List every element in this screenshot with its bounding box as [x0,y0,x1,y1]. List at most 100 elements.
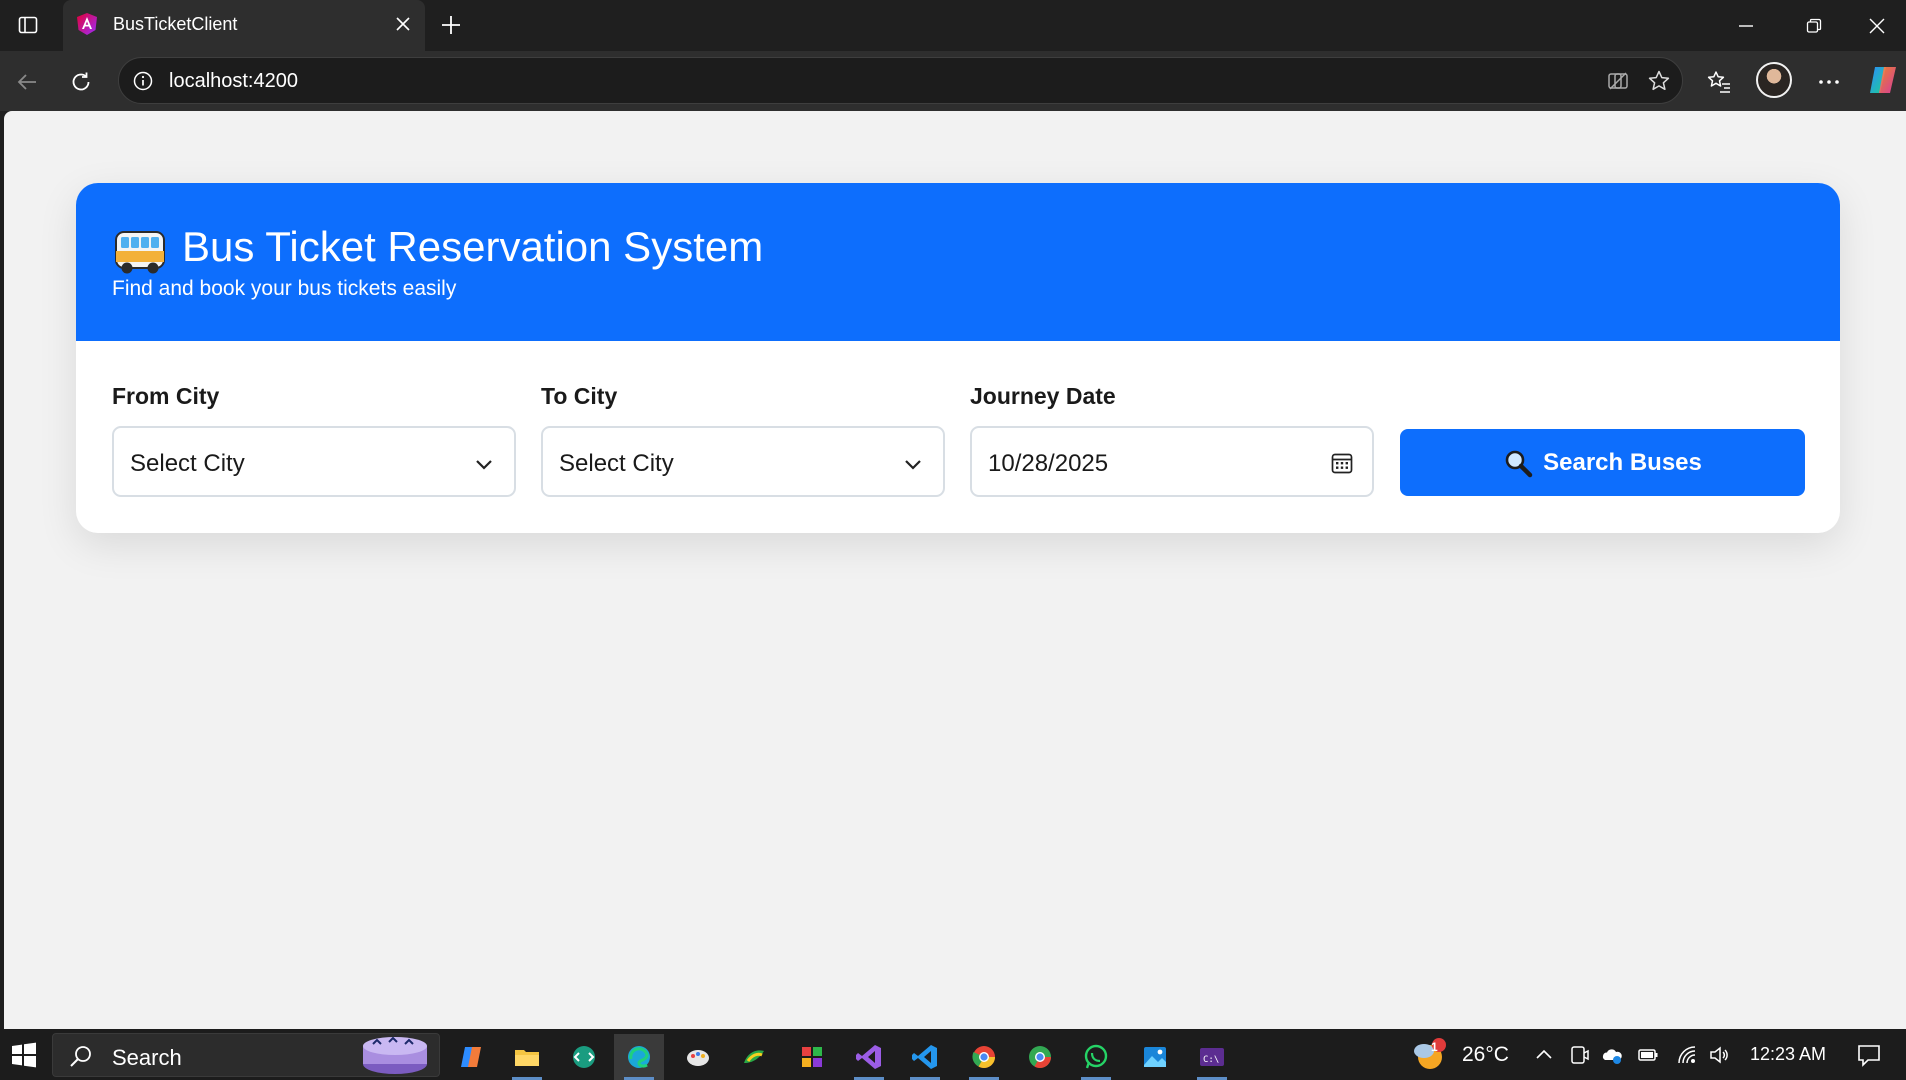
search-buses-button[interactable]: Search Buses [1400,429,1805,496]
taskbar-edge[interactable] [614,1034,664,1080]
tab-title: BusTicketClient [113,14,238,34]
tab-strip: BusTicketClient [0,0,1906,51]
bus-icon [115,231,165,274]
to-city-label: To City [541,383,618,409]
close-icon [1869,18,1885,33]
profile-avatar[interactable] [1756,62,1792,98]
plus-icon [442,16,460,34]
read-aloud-button[interactable] [1604,67,1632,95]
taskbar-photos[interactable] [1130,1034,1180,1080]
meet-now-icon[interactable] [1568,1044,1590,1066]
minimize-icon [1739,24,1753,27]
url-text: localhost:4200 [169,70,298,92]
close-icon [396,17,410,31]
vscode-icon [912,1045,937,1069]
taskbar-search-placeholder: Search [112,1045,182,1070]
taskbar-vscode[interactable] [900,1034,950,1080]
taskbar-chrome-profile[interactable] [1015,1034,1065,1080]
tab-actions-button[interactable] [12,10,44,40]
taskbar-search-box[interactable]: Search [52,1033,440,1077]
taskbar-app-colorful[interactable] [729,1034,779,1080]
wifi-icon[interactable] [1676,1044,1698,1066]
taskbar-whatsapp[interactable] [1071,1034,1121,1080]
chevron-down-icon [905,460,921,470]
windows-start-icon[interactable] [10,1041,38,1069]
search-buses-label: Search Buses [1543,448,1702,476]
magnifier-icon [1505,450,1533,477]
journey-date-label: Journey Date [970,383,1116,409]
close-tab-button[interactable] [391,12,415,36]
search-icon [70,1046,91,1067]
visual-studio-icon [856,1045,881,1069]
battery-icon[interactable] [1637,1044,1659,1066]
chevron-down-icon [476,460,492,470]
notification-icon[interactable] [1856,1042,1882,1068]
from-city-select[interactable]: Select City [112,426,516,497]
search-card: Bus Ticket Reservation System Find and b… [76,183,1840,533]
star-icon [1648,70,1670,91]
close-window-button[interactable] [1848,0,1906,51]
photos-icon [1144,1047,1166,1067]
taskbar-visual-studio[interactable] [844,1034,894,1080]
chevron-up-icon[interactable] [1533,1044,1555,1066]
onedrive-icon[interactable] [1601,1044,1623,1066]
refresh-button[interactable] [64,65,98,99]
taskbar-chrome[interactable] [959,1034,1009,1080]
taskbar-app-multicolor[interactable] [787,1034,837,1080]
weather-temperature: 26°C [1462,1043,1509,1066]
site-info-button[interactable] [131,69,155,93]
taskbar-copilot[interactable] [446,1034,496,1080]
angular-icon [77,13,97,35]
clock-time[interactable]: 12:23 AM [1750,1044,1826,1065]
to-city-select[interactable]: Select City [541,426,945,497]
terminal-icon: C:\ [1200,1048,1224,1066]
windows-taskbar: Search C:\ 1 26°C 12:23 AM [0,1029,1906,1080]
more-icon [1819,80,1839,84]
whatsapp-icon [1084,1044,1108,1069]
chrome-icon [1029,1046,1051,1068]
weather-icon[interactable] [1412,1037,1446,1071]
info-icon [133,71,153,91]
weather-badge: 1 [1431,1040,1438,1054]
journey-date-input[interactable]: 10/28/2025 [970,426,1374,497]
from-city-value: Select City [130,450,245,477]
volume-icon[interactable] [1708,1044,1730,1066]
favorite-button[interactable] [1645,67,1673,95]
card-header: Bus Ticket Reservation System Find and b… [76,183,1840,341]
page-subtitle: Find and book your bus tickets easily [112,277,457,300]
chrome-icon [972,1046,995,1068]
paint-icon [687,1050,709,1066]
edge-icon [628,1046,650,1068]
from-city-label: From City [112,383,220,409]
favorites-list-icon [1707,71,1730,93]
copilot-icon[interactable] [1866,63,1900,97]
copilot-icon [461,1047,481,1067]
active-tab[interactable]: BusTicketClient [63,0,425,51]
taskbar-paint[interactable] [673,1034,723,1080]
restore-button[interactable] [1780,0,1848,51]
calendar-icon[interactable] [1330,451,1354,475]
taskbar-terminal[interactable]: C:\ [1187,1034,1237,1080]
settings-menu-button[interactable] [1812,65,1846,99]
refresh-icon [72,72,90,91]
favorites-button[interactable] [1702,65,1736,99]
back-arrow-icon [17,74,36,90]
journey-date-value: 10/28/2025 [988,450,1109,477]
page-viewport: Bus Ticket Reservation System Find and b… [4,111,1906,1029]
taskbar-app-green[interactable] [559,1034,609,1080]
taskbar-file-explorer[interactable] [502,1034,552,1080]
browser-toolbar: localhost:4200 [0,51,1906,111]
office-icon [802,1047,822,1067]
restore-icon [1806,18,1822,33]
new-tab-button[interactable] [436,10,466,40]
tab-actions-icon [18,16,38,34]
immersive-reader-icon [1608,72,1628,90]
back-button[interactable] [10,65,44,99]
browser-window: BusTicketClient localhost:4200 Bus Ticke… [0,0,1906,1080]
devtools-icon [573,1046,595,1068]
address-bar[interactable]: localhost:4200 [118,57,1683,104]
to-city-value: Select City [559,450,674,477]
minimize-button[interactable] [1712,0,1780,51]
search-highlight-icon [363,1036,427,1074]
photo-app-icon [744,1050,764,1063]
